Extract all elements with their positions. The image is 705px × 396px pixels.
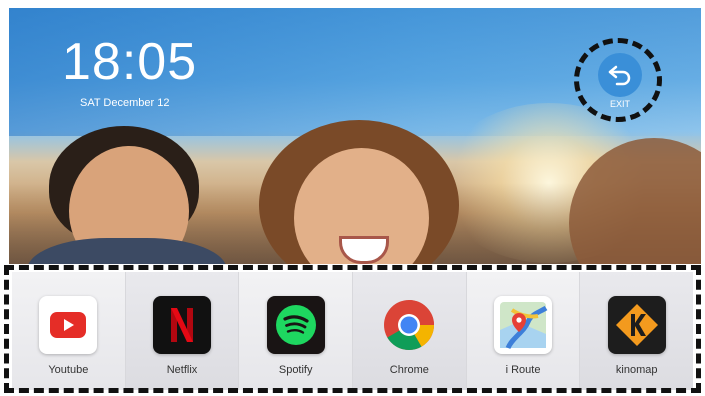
back-arrow-icon	[608, 65, 631, 86]
clock-time: 18:05	[62, 33, 198, 91]
exit-label: EXIT	[609, 99, 630, 109]
exit-button[interactable]	[598, 53, 642, 97]
tv-home-screen: 18:05 SAT December 12 EXIT Youtube Netfl…	[0, 0, 705, 396]
dock-highlight-frame	[4, 265, 701, 393]
clock-date: SAT December 12	[80, 97, 170, 109]
